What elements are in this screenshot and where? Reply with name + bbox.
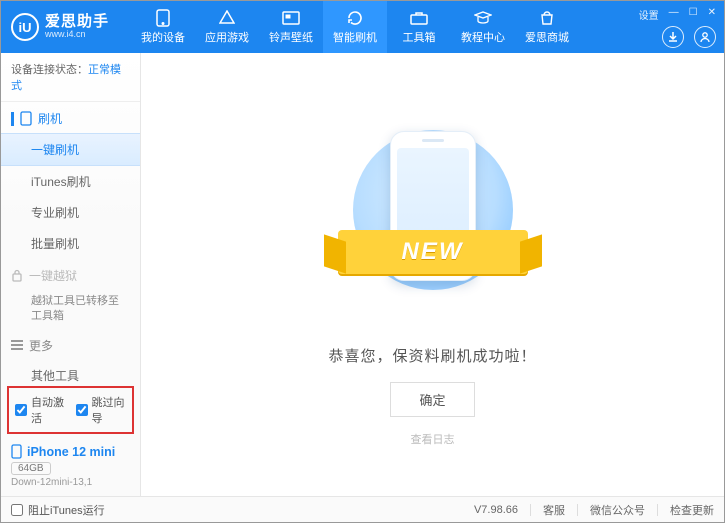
sidebar-item-other-tools[interactable]: 其他工具	[1, 360, 140, 382]
separator	[530, 504, 531, 516]
phone-small-icon	[20, 111, 32, 126]
app-window: iU 爱思助手 www.i4.cn 我的设备 应用游戏 铃声壁纸 智能刷机	[0, 0, 725, 523]
nav-label: 我的设备	[141, 29, 185, 45]
nav-my-device[interactable]: 我的设备	[131, 1, 195, 53]
group-flash-label: 刷机	[38, 110, 62, 127]
connection-status: 设备连接状态：正常模式	[1, 53, 140, 102]
ok-button[interactable]: 确定	[390, 382, 474, 417]
checkbox-block-itunes-input[interactable]	[11, 504, 23, 516]
new-ribbon: NEW	[338, 230, 528, 274]
nav-flash[interactable]: 智能刷机	[323, 1, 387, 53]
app-title: 爱思助手	[45, 14, 109, 31]
settings-button[interactable]: 设置	[639, 7, 659, 22]
group-flash[interactable]: 刷机	[1, 102, 140, 133]
ribbon-text: NEW	[402, 238, 464, 266]
logo: iU 爱思助手 www.i4.cn	[11, 13, 131, 41]
main-panel: NEW 恭喜您，保资料刷机成功啦！ 确定 查看日志	[141, 53, 724, 496]
bar-icon	[11, 112, 14, 126]
nav-label: 教程中心	[461, 29, 505, 45]
footer: 阻止iTunes运行 V7.98.66 客服 微信公众号 检查更新	[1, 496, 724, 522]
group-jailbreak: 一键越狱	[1, 259, 140, 290]
checkbox-skip-wizard[interactable]: 跳过向导	[76, 394, 127, 426]
nav-tutorial[interactable]: 教程中心	[451, 1, 515, 53]
checkbox-label: 自动激活	[31, 394, 66, 426]
maximize-button[interactable]: ☐	[689, 7, 698, 22]
conn-label: 设备连接状态：	[11, 64, 88, 76]
device-name: iPhone 12 mini	[27, 445, 115, 459]
close-button[interactable]: ✕	[708, 7, 716, 22]
checkbox-auto-activate-input[interactable]	[15, 404, 27, 416]
wallpaper-icon	[282, 9, 300, 27]
logo-text: 爱思助手 www.i4.cn	[45, 14, 109, 40]
menu-icon	[11, 340, 23, 350]
download-button[interactable]	[662, 26, 684, 48]
separator	[657, 504, 658, 516]
apps-icon	[218, 9, 236, 27]
logo-icon: iU	[11, 13, 39, 41]
jailbreak-note: 越狱工具已转移至 工具箱	[1, 290, 140, 329]
nav-label: 应用游戏	[205, 29, 249, 45]
top-nav: 我的设备 应用游戏 铃声壁纸 智能刷机 工具箱 教程中心	[131, 1, 639, 53]
checkbox-skip-wizard-input[interactable]	[76, 404, 88, 416]
nav-apps[interactable]: 应用游戏	[195, 1, 259, 53]
device-phone-icon	[11, 444, 22, 459]
title-bar: iU 爱思助手 www.i4.cn 我的设备 应用游戏 铃声壁纸 智能刷机	[1, 1, 724, 53]
checkbox-label: 跳过向导	[92, 394, 127, 426]
device-storage: 64GB	[11, 462, 51, 475]
device-sub: Down-12mini-13,1	[11, 477, 130, 488]
sidebar-item-one-key-flash[interactable]: 一键刷机	[1, 133, 140, 166]
success-message: 恭喜您，保资料刷机成功啦！	[328, 345, 536, 366]
nav-label: 智能刷机	[333, 29, 377, 45]
nav-label: 工具箱	[403, 29, 436, 45]
minimize-button[interactable]: —	[669, 7, 679, 22]
nav-wallpaper[interactable]: 铃声壁纸	[259, 1, 323, 53]
nav-label: 铃声壁纸	[269, 29, 313, 45]
view-log-link[interactable]: 查看日志	[411, 431, 455, 447]
group-more-label: 更多	[29, 337, 53, 354]
checkbox-auto-activate[interactable]: 自动激活	[15, 394, 66, 426]
refresh-icon	[346, 9, 364, 27]
version-label: V7.98.66	[474, 504, 518, 516]
sidebar-item-itunes-flash[interactable]: iTunes刷机	[1, 166, 140, 197]
phone-icon	[154, 9, 172, 27]
app-url: www.i4.cn	[45, 30, 109, 40]
device-name-row: iPhone 12 mini	[11, 444, 130, 459]
service-link[interactable]: 客服	[543, 502, 565, 518]
sidebar: 设备连接状态：正常模式 刷机 一键刷机 iTunes刷机 专业刷机 批量刷机 一…	[1, 53, 141, 496]
window-controls: 设置 — ☐ ✕	[639, 7, 716, 22]
separator	[577, 504, 578, 516]
app-body: 设备连接状态：正常模式 刷机 一键刷机 iTunes刷机 专业刷机 批量刷机 一…	[1, 53, 724, 496]
lock-icon	[11, 269, 23, 282]
success-illustration: NEW	[328, 113, 538, 323]
store-icon	[538, 9, 556, 27]
update-link[interactable]: 检查更新	[670, 502, 714, 518]
tutorial-icon	[474, 9, 492, 27]
sidebar-item-pro-flash[interactable]: 专业刷机	[1, 197, 140, 228]
checkbox-block-itunes[interactable]: 阻止iTunes运行	[11, 502, 105, 518]
checkbox-label: 阻止iTunes运行	[28, 502, 105, 518]
device-info[interactable]: iPhone 12 mini 64GB Down-12mini-13,1	[1, 438, 140, 496]
group-jailbreak-label: 一键越狱	[29, 267, 77, 284]
toolbox-icon	[410, 9, 428, 27]
wechat-link[interactable]: 微信公众号	[590, 502, 645, 518]
nav-store[interactable]: 爱思商城	[515, 1, 579, 53]
title-right: 设置 — ☐ ✕	[639, 7, 716, 48]
account-button[interactable]	[694, 26, 716, 48]
nav-toolbox[interactable]: 工具箱	[387, 1, 451, 53]
group-more[interactable]: 更多	[1, 329, 140, 360]
sidebar-item-batch-flash[interactable]: 批量刷机	[1, 228, 140, 259]
checks-highlight-box: 自动激活 跳过向导	[7, 386, 134, 434]
nav-label: 爱思商城	[525, 29, 569, 45]
